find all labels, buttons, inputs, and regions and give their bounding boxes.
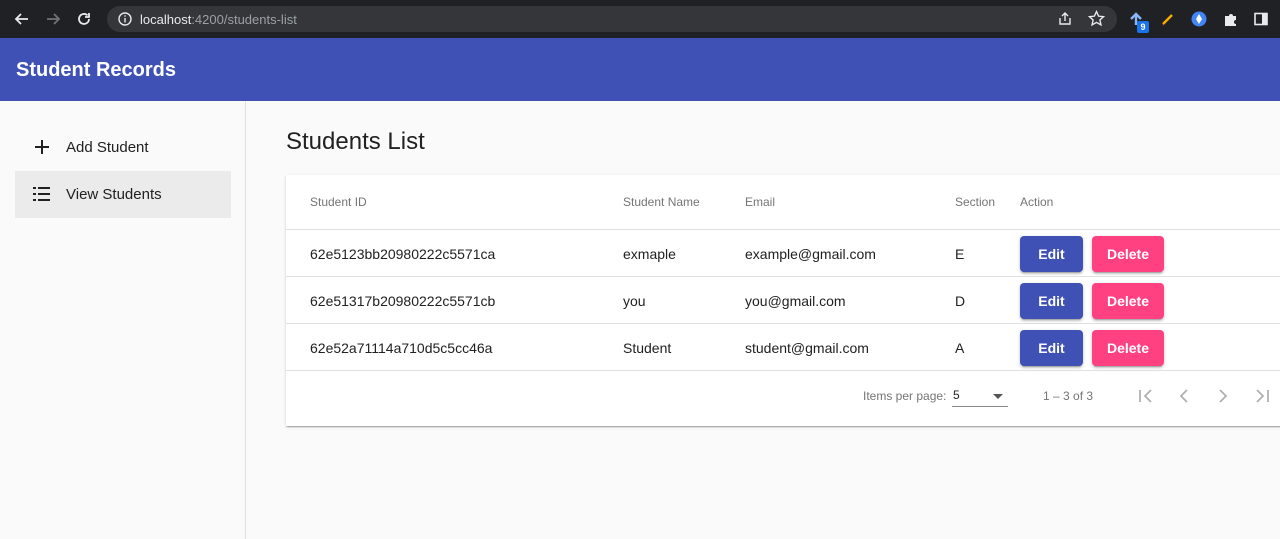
page-size-value: 5 [953, 388, 960, 402]
previous-page-icon[interactable] [1172, 384, 1196, 408]
url-path: :4200/students-list [191, 12, 297, 27]
dropdown-arrow-icon [993, 394, 1003, 399]
delete-button[interactable]: Delete [1092, 283, 1164, 319]
students-table-card: Student ID Student Name Email Section Ac… [286, 175, 1280, 426]
student-name-cell: you [623, 293, 646, 309]
browser-toolbar: localhost:4200/students-list 9 [0, 0, 1280, 38]
page-range-label: 1 – 3 of 3 [1043, 389, 1094, 403]
forward-icon[interactable] [43, 9, 63, 29]
section-cell: A [955, 340, 965, 356]
header-email: Email [745, 195, 776, 209]
last-page-icon[interactable] [1250, 384, 1274, 408]
delete-button[interactable]: Delete [1092, 236, 1164, 272]
student-name-cell: Student [623, 340, 672, 356]
site-info-icon[interactable] [117, 11, 133, 32]
student-name-cell: exmaple [623, 246, 676, 262]
side-panel-icon[interactable] [1252, 10, 1270, 28]
url-host: localhost [140, 12, 192, 27]
email-cell: you@gmail.com [745, 293, 846, 309]
edit-button[interactable]: Edit [1020, 330, 1083, 366]
items-per-page-label: Items per page: [863, 389, 947, 403]
edit-button[interactable]: Edit [1020, 283, 1083, 319]
address-bar[interactable]: localhost:4200/students-list [107, 6, 1117, 32]
student-id-cell: 62e5123bb20980222c5571ca [310, 246, 496, 262]
header-student-id: Student ID [310, 195, 367, 209]
table-row: 62e52a71114a710d5c5cc46a Student student… [286, 324, 1280, 371]
list-icon [31, 183, 53, 205]
url-text: localhost:4200/students-list [140, 12, 297, 27]
extensions-puzzle-icon[interactable] [1222, 10, 1240, 28]
bookmark-star-icon[interactable] [1087, 9, 1106, 32]
app-toolbar: Student Records [0, 38, 1280, 101]
sidebar-item-view-students[interactable]: View Students [15, 171, 231, 218]
pen-extension-icon[interactable] [1159, 10, 1177, 28]
student-id-cell: 62e51317b20980222c5571cb [310, 293, 496, 309]
share-icon[interactable] [1057, 11, 1073, 32]
page-title: Students List [286, 128, 425, 155]
section-cell: D [955, 293, 966, 309]
sidebar-item-label: View Students [66, 186, 162, 203]
reload-icon[interactable] [74, 9, 94, 29]
first-page-icon[interactable] [1134, 384, 1158, 408]
paginator: Items per page: 5 1 – 3 of 3 [286, 371, 1280, 426]
header-action: Action [1020, 195, 1054, 209]
table-row: 62e51317b20980222c5571cb you you@gmail.c… [286, 277, 1280, 324]
sidebar: Add Student View Students [0, 101, 246, 539]
delete-button[interactable]: Delete [1092, 330, 1164, 366]
shield-extension-icon[interactable] [1190, 10, 1208, 28]
sidebar-item-label: Add Student [66, 139, 149, 156]
back-icon[interactable] [12, 9, 32, 29]
email-cell: student@gmail.com [745, 340, 869, 356]
next-page-icon[interactable] [1211, 384, 1235, 408]
edit-button[interactable]: Edit [1020, 236, 1083, 272]
sidebar-item-add-student[interactable]: Add Student [15, 124, 231, 171]
email-cell: example@gmail.com [745, 246, 876, 262]
student-id-cell: 62e52a71114a710d5c5cc46a [310, 340, 493, 356]
page-size-select[interactable]: 5 [952, 385, 1008, 407]
plus-icon [31, 136, 53, 158]
extension-badge: 9 [1137, 21, 1149, 33]
header-section: Section [955, 195, 996, 209]
section-cell: E [955, 246, 965, 262]
table-header-row: Student ID Student Name Email Section Ac… [286, 175, 1280, 230]
table-row: 62e5123bb20980222c5571ca exmaple example… [286, 230, 1280, 277]
header-student-name: Student Name [623, 195, 700, 209]
app-title: Student Records [16, 59, 177, 81]
